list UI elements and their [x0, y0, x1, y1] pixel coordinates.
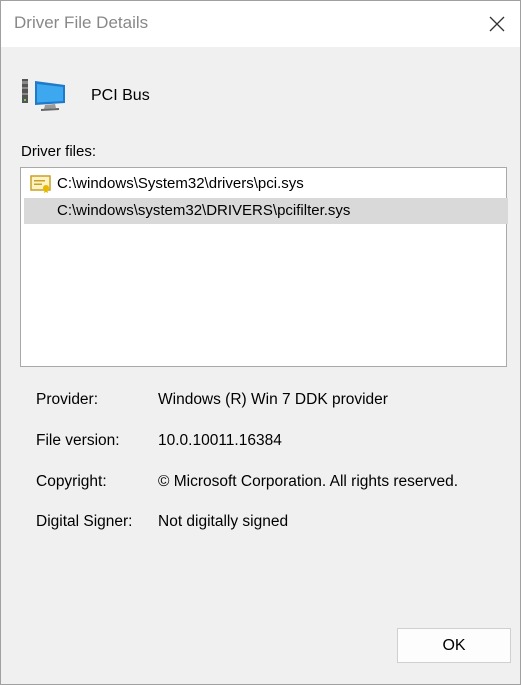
- certificate-file-icon: [30, 175, 51, 193]
- list-item-selected[interactable]: C:\windows\system32\DRIVERS\pcifilter.sy…: [24, 198, 508, 224]
- copyright-value: © Microsoft Corporation. All rights rese…: [158, 473, 459, 490]
- list-item[interactable]: C:\windows\System32\drivers\pci.sys: [24, 171, 508, 197]
- ok-button[interactable]: OK: [397, 628, 511, 663]
- digital-signer-value: Not digitally signed: [158, 513, 289, 530]
- close-icon: [489, 16, 505, 32]
- provider-value: Windows (R) Win 7 DDK provider: [158, 391, 388, 408]
- pci-device-icon: [22, 79, 65, 111]
- driver-files-label: Driver files:: [21, 143, 97, 160]
- driver-files-list[interactable]: C:\windows\System32\drivers\pci.sys C:\w…: [20, 167, 508, 367]
- device-name: PCI Bus: [91, 87, 150, 104]
- driver-file-details-dialog: Driver File Details PCI Bus Driver files…: [0, 0, 521, 685]
- file-version-label: File version:: [36, 432, 120, 449]
- file-path: C:\windows\System32\drivers\pci.sys: [57, 175, 304, 192]
- window-title: Driver File Details: [14, 13, 149, 32]
- provider-label: Provider:: [36, 391, 99, 408]
- file-version-value: 10.0.10011.16384: [158, 432, 282, 449]
- title-bar: Driver File Details: [1, 1, 520, 47]
- file-path: C:\windows\system32\DRIVERS\pcifilter.sy…: [57, 202, 351, 219]
- copyright-label: Copyright:: [36, 473, 107, 490]
- digital-signer-label: Digital Signer:: [36, 513, 133, 530]
- close-button[interactable]: [474, 1, 520, 47]
